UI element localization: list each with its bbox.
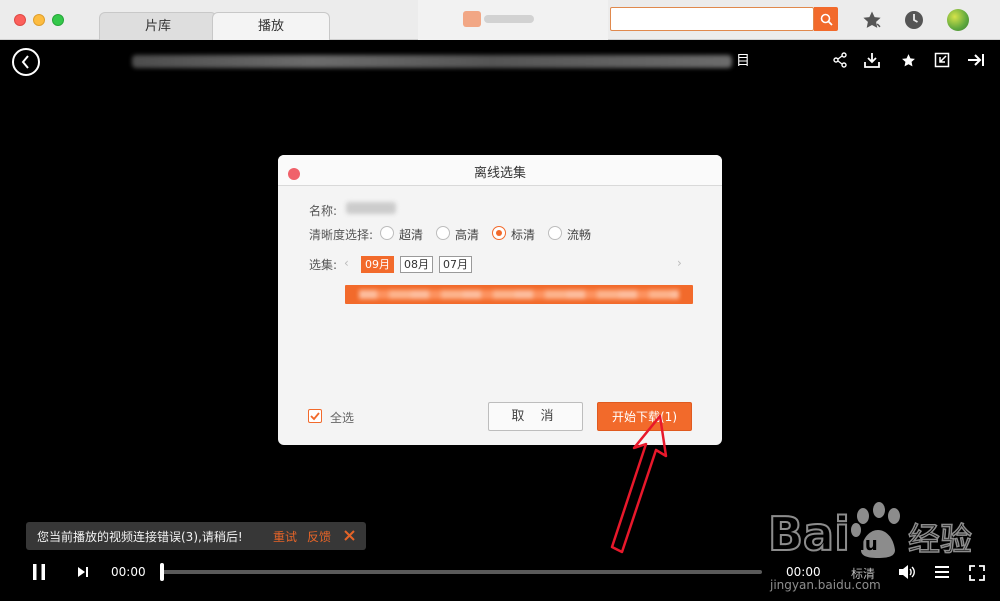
tab-play[interactable]: 播放: [212, 12, 330, 40]
svg-text:经验: 经验: [908, 520, 972, 558]
quality-option-label[interactable]: 高清: [455, 226, 479, 243]
dialog-title: 离线选集: [473, 166, 526, 181]
search-icon: [820, 13, 833, 26]
error-toast: 您当前播放的视频连接错误(3),请稍后! 重试 反馈: [26, 522, 366, 550]
episode-item-selected[interactable]: [345, 285, 693, 304]
chevron-left-icon: [21, 55, 29, 69]
feedback-link[interactable]: 反馈: [307, 528, 331, 545]
current-time: 00:00: [111, 565, 146, 579]
window-close-button[interactable]: [14, 14, 26, 26]
retry-link[interactable]: 重试: [273, 528, 297, 545]
popout-icon[interactable]: [932, 50, 952, 70]
quality-label: 清晰度选择:: [309, 228, 374, 242]
tab-library[interactable]: 片库: [99, 12, 217, 40]
toast-close-icon[interactable]: [342, 528, 356, 542]
start-download-button[interactable]: 开始下载(1): [597, 402, 692, 431]
quality-radio-high[interactable]: [436, 226, 450, 240]
month-tab-09[interactable]: 09月: [361, 256, 394, 273]
app-logo-icon: [463, 11, 481, 27]
window-maximize-button[interactable]: [52, 14, 64, 26]
quality-radio-standard[interactable]: [492, 226, 506, 240]
next-icon[interactable]: [76, 565, 90, 579]
select-all-label[interactable]: 全选: [330, 409, 354, 426]
title-bar: 片库 播放: [0, 0, 1000, 40]
month-prev-chevron-icon[interactable]: ‹: [344, 256, 349, 270]
search-input[interactable]: [610, 7, 814, 31]
quality-option-label[interactable]: 流畅: [567, 226, 591, 243]
name-label: 名称:: [309, 204, 338, 218]
quality-option-label[interactable]: 超清: [399, 226, 423, 243]
svg-text:Bai: Bai: [768, 507, 850, 561]
quality-radio-smooth[interactable]: [548, 226, 562, 240]
progress-handle[interactable]: [160, 563, 164, 581]
checkmark-icon: [310, 412, 320, 421]
app-window: 片库 播放 目 离线选集 名称: 清晰度选择: 超清 高清 标清 流畅 选集: …: [0, 0, 1000, 601]
video-title-blurred: [132, 55, 732, 68]
quality-radio-super[interactable]: [380, 226, 394, 240]
name-value-blurred: [346, 202, 396, 214]
back-button[interactable]: [12, 48, 40, 76]
user-avatar[interactable]: [947, 9, 969, 31]
video-title-tail: 目: [736, 53, 750, 69]
watermark-url: jingyan.baidu.com: [770, 578, 881, 592]
svg-text:du: du: [852, 534, 878, 555]
window-minimize-button[interactable]: [33, 14, 45, 26]
month-tab-08[interactable]: 08月: [400, 256, 433, 273]
app-logo-text-blurred: [484, 15, 534, 23]
episodes-label: 选集:: [309, 258, 338, 272]
dialog-header: 离线选集: [278, 155, 722, 186]
episode-title-blurred: [359, 290, 679, 299]
pause-icon[interactable]: [30, 562, 48, 582]
search-button[interactable]: [814, 7, 838, 31]
quality-option-label[interactable]: 标清: [511, 226, 535, 243]
toast-message: 您当前播放的视频连接错误(3),请稍后!: [37, 530, 243, 544]
month-next-chevron-icon[interactable]: ›: [677, 256, 682, 270]
progress-bar[interactable]: [160, 563, 762, 581]
baidu-watermark-logo: Bai du 经验: [768, 502, 973, 562]
download-icon[interactable]: [862, 50, 882, 70]
select-all-checkbox[interactable]: [308, 409, 322, 423]
pin-icon[interactable]: [966, 50, 986, 70]
cancel-button[interactable]: 取 消: [488, 402, 583, 431]
star-icon[interactable]: [898, 50, 918, 70]
favorites-icon[interactable]: [862, 10, 882, 30]
month-tab-07[interactable]: 07月: [439, 256, 472, 273]
history-clock-icon[interactable]: [904, 10, 924, 30]
share-icon[interactable]: [830, 50, 850, 70]
